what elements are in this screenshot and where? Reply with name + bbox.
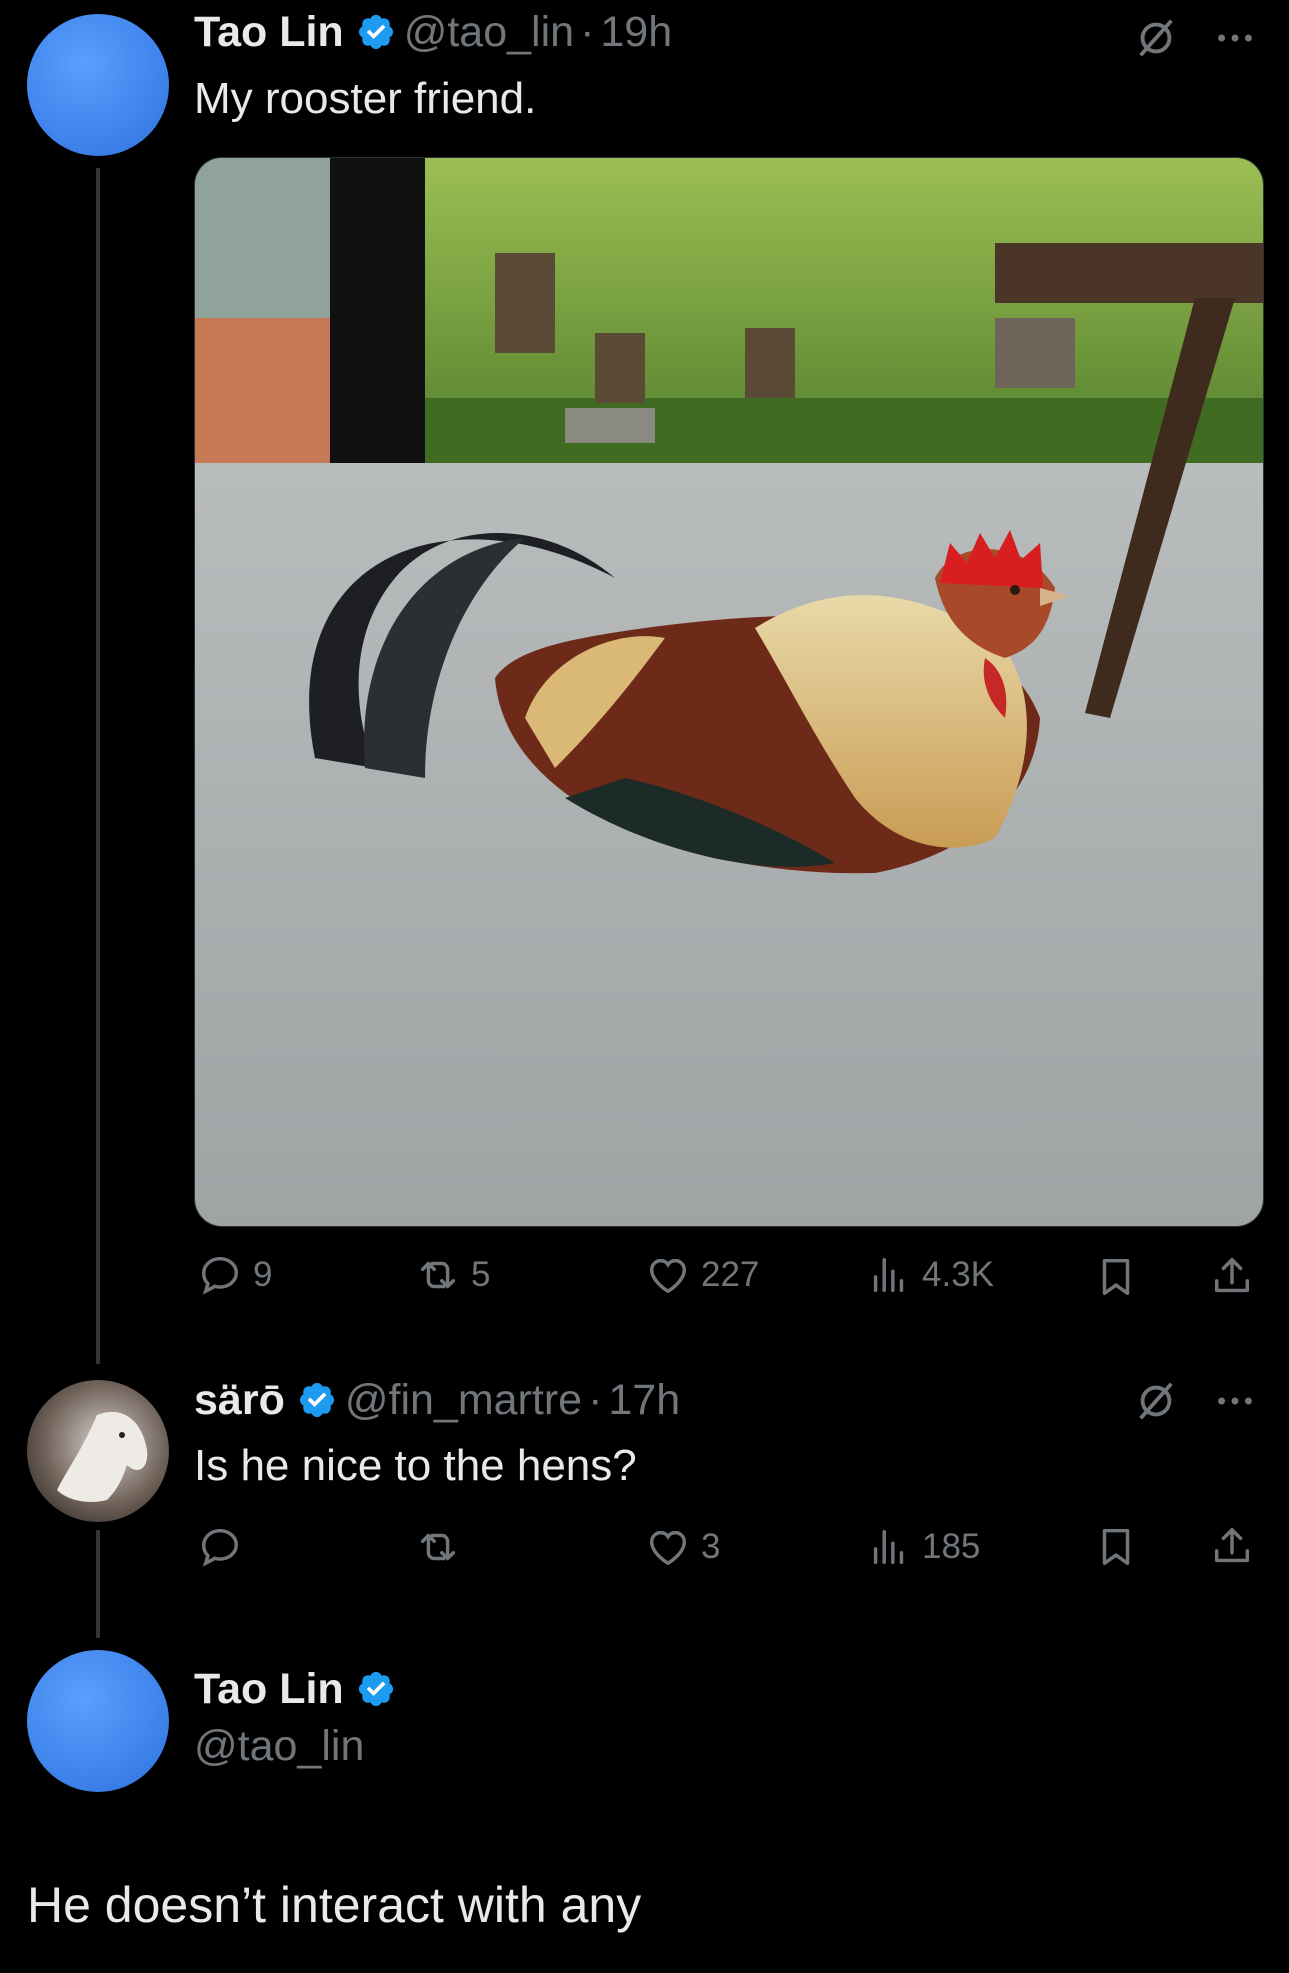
verified-badge-icon (358, 14, 393, 50)
views-count: 4.3K (922, 1255, 994, 1294)
reply-button[interactable] (197, 1524, 253, 1570)
like-count: 3 (701, 1527, 721, 1566)
author-handle[interactable]: @tao_lin (404, 8, 574, 56)
avatar[interactable] (27, 1650, 169, 1792)
views-count: 185 (922, 1527, 981, 1566)
horse-avatar-image (57, 1411, 148, 1502)
separator: · (588, 1376, 603, 1424)
tweet-media[interactable] (194, 157, 1264, 1227)
rooster-photo (195, 158, 1263, 1226)
verified-badge-icon (299, 1382, 334, 1418)
tweet-text: He doesn’t interact with any (27, 1877, 642, 1933)
reply-count: 9 (253, 1255, 273, 1294)
author-name[interactable]: Tao Lin (194, 8, 344, 56)
bookmark-icon[interactable] (1093, 1524, 1139, 1570)
more-icon[interactable] (1212, 1378, 1258, 1424)
views-icon (873, 1529, 904, 1565)
tweet-text: My rooster friend. (194, 74, 537, 123)
avatar[interactable] (27, 14, 169, 156)
reply-icon (201, 1256, 239, 1295)
like-button[interactable]: 227 (645, 1252, 759, 1298)
repost-button[interactable]: 5 (415, 1252, 490, 1298)
grok-icon[interactable] (1133, 1378, 1179, 1424)
thread-line (96, 168, 100, 1364)
author-handle[interactable]: @tao_lin (194, 1722, 404, 1771)
repost-icon (420, 1261, 456, 1289)
like-icon (649, 1530, 687, 1566)
like-button[interactable]: 3 (645, 1524, 720, 1570)
verified-badge-icon (358, 1671, 393, 1707)
author-block: Tao Lin @tao_lin (194, 1665, 404, 1771)
more-icon[interactable] (1212, 15, 1258, 61)
author-name[interactable]: Tao Lin (194, 1665, 344, 1713)
like-icon (649, 1258, 687, 1294)
tweet-header: särō @fin_martre · 17h (194, 1376, 680, 1425)
timestamp[interactable]: 17h (608, 1376, 680, 1424)
repost-icon (420, 1533, 456, 1561)
like-count: 227 (701, 1255, 760, 1294)
thread-line (96, 1530, 100, 1638)
repost-count: 5 (471, 1255, 491, 1294)
reply-button[interactable]: 9 (197, 1252, 272, 1298)
views-icon (873, 1257, 904, 1293)
views-button[interactable]: 4.3K (866, 1252, 994, 1298)
share-icon[interactable] (1209, 1254, 1255, 1300)
tweet-header: Tao Lin @tao_lin · 19h (194, 8, 672, 57)
author-handle[interactable]: @fin_martre (345, 1376, 582, 1424)
bookmark-icon[interactable] (1093, 1254, 1139, 1300)
share-icon[interactable] (1209, 1524, 1255, 1570)
views-button[interactable]: 185 (866, 1524, 980, 1570)
grok-icon[interactable] (1133, 15, 1179, 61)
avatar[interactable] (27, 1380, 169, 1522)
separator: · (580, 8, 595, 56)
author-name[interactable]: särō (194, 1376, 285, 1424)
reply-icon (201, 1528, 239, 1567)
timestamp[interactable]: 19h (600, 8, 672, 56)
repost-button[interactable] (415, 1524, 471, 1570)
tweet-text: Is he nice to the hens? (194, 1441, 637, 1490)
